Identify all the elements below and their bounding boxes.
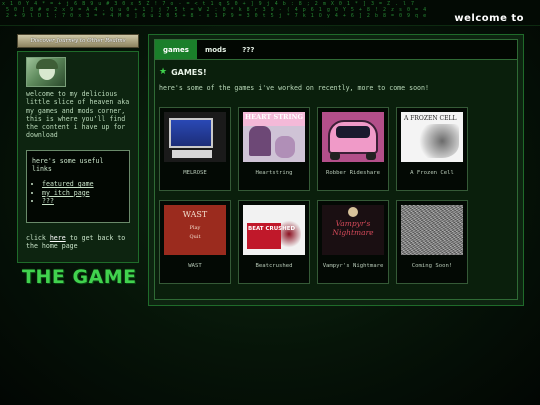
game-card-frozen-cell[interactable]: A FROZEN CELL A Frozen Cell: [396, 107, 468, 191]
character-figure: [275, 136, 295, 158]
frozen-cell-thumbnail[interactable]: A FROZEN CELL: [401, 112, 463, 162]
list-item: my itch page: [42, 189, 124, 197]
wheel-icon: [330, 152, 340, 160]
game-card-robber-rideshare[interactable]: Robber Rideshare: [317, 107, 389, 191]
vampyrs-nightmare-thumbnail[interactable]: Vampyr's Nightmare: [322, 205, 384, 255]
beatcrushed-thumbnail[interactable]: BEAT CRUSHED: [243, 205, 305, 255]
game-label: A Frozen Cell: [410, 170, 454, 176]
game-card-melrose[interactable]: MELROSE: [159, 107, 231, 191]
back-home-text: click here to get back to the home page: [26, 234, 130, 251]
game-label: MELROSE: [183, 170, 207, 176]
heading-text: GAMES!: [171, 67, 207, 77]
character-figure: [249, 126, 271, 156]
game-card-heartstring[interactable]: HEART STRING Heartstring: [238, 107, 310, 191]
intro-panel: welcome to my delicious little slice of …: [17, 51, 139, 263]
heartstring-thumbnail[interactable]: HEART STRING: [243, 112, 305, 162]
thumb-title: WAST: [182, 210, 208, 219]
game-label: Beatcrushed: [255, 263, 293, 269]
matrix-banner: x 1 0 Y 4 * = + j 6 B 9 u # 3 0 x 5 Z ! …: [0, 0, 540, 26]
featured-game-link[interactable]: featured game: [42, 180, 94, 188]
tab-bar: games mods ???: [154, 39, 518, 59]
thumb-title: A FROZEN CELL: [404, 115, 457, 122]
main-window: games mods ??? ★ GAMES! here's some of t…: [148, 34, 524, 306]
tab-mystery[interactable]: ???: [234, 40, 262, 59]
game-label: Coming Soon!: [411, 263, 453, 269]
wheel-icon: [366, 152, 376, 160]
thumb-title: Vampyr's Nightmare: [332, 219, 374, 237]
intro-text: welcome to my delicious little slice of …: [26, 90, 130, 140]
tab-mods[interactable]: mods: [197, 40, 234, 59]
abstract-shape: [417, 124, 459, 158]
game-card-wast[interactable]: WAST Play Quit WAST: [159, 200, 231, 284]
thumb-menu-play: Play: [189, 225, 201, 231]
sidebar: Discover Journey to Other Realms welcome…: [17, 34, 139, 263]
melrose-thumbnail[interactable]: [164, 112, 226, 162]
robber-rideshare-thumbnail[interactable]: [322, 112, 384, 162]
title-plate: Discover Journey to Other Realms: [17, 34, 139, 48]
the-game-logo: THE GAME: [22, 266, 137, 288]
back-prefix: click: [26, 233, 50, 242]
links-list: featured game my itch page ???: [32, 180, 124, 205]
itch-page-link[interactable]: my itch page: [42, 189, 90, 197]
list-item: ???: [42, 197, 124, 205]
game-label: WAST: [188, 263, 202, 269]
keyboard-icon: [172, 150, 212, 158]
list-item: featured game: [42, 180, 124, 188]
wast-thumbnail[interactable]: WAST Play Quit: [164, 205, 226, 255]
game-label: Robber Rideshare: [326, 170, 380, 176]
home-link[interactable]: here: [50, 234, 66, 242]
game-card-beatcrushed[interactable]: BEAT CRUSHED Beatcrushed: [238, 200, 310, 284]
games-heading: ★ GAMES!: [159, 67, 513, 77]
games-grid: MELROSE HEART STRING Heartstring Robber …: [159, 107, 513, 284]
game-card-vampyrs-nightmare[interactable]: Vampyr's Nightmare Vampyr's Nightmare: [317, 200, 389, 284]
games-description: here's some of the games i've worked on …: [159, 84, 429, 92]
static-noise-thumbnail[interactable]: [401, 205, 463, 255]
thumb-menu-quit: Quit: [189, 234, 201, 240]
game-card-coming-soon[interactable]: Coming Soon!: [396, 200, 468, 284]
thumb-title: HEART STRING: [245, 113, 303, 121]
links-heading: here's some useful links: [32, 156, 104, 174]
car-window: [336, 126, 370, 138]
moon-icon: [348, 207, 358, 217]
computer-screen-icon: [169, 118, 213, 148]
games-content: ★ GAMES! here's some of the games i've w…: [154, 59, 518, 300]
links-box: here's some useful links featured game m…: [26, 149, 130, 223]
welcome-text: welcome to: [452, 13, 526, 24]
game-label: Vampyr's Nightmare: [322, 263, 384, 269]
thumb-title: BEAT CRUSHED: [248, 226, 296, 232]
star-icon: ★: [159, 67, 168, 77]
mystery-link[interactable]: ???: [42, 197, 54, 205]
tab-games[interactable]: games: [155, 40, 197, 59]
avatar: [26, 57, 66, 87]
game-label: Heartstring: [255, 170, 293, 176]
